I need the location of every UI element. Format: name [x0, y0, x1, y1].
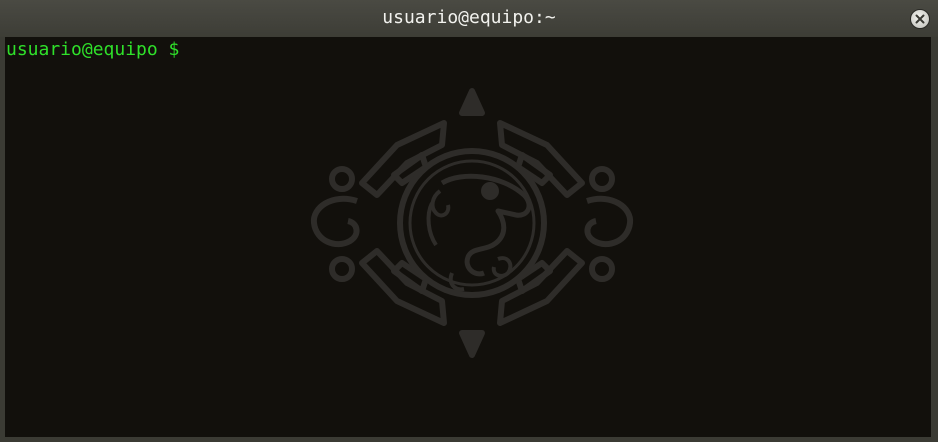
terminal-window: usuario@equipo:~ usuario@equipo $: [0, 0, 938, 442]
window-bottom-border: [0, 437, 938, 442]
close-icon: [915, 14, 925, 24]
aztec-sun-stone-icon: [310, 88, 634, 358]
window-title: usuario@equipo:~: [382, 7, 556, 28]
title-bar[interactable]: usuario@equipo:~: [0, 0, 938, 37]
shell-prompt: usuario@equipo $: [6, 39, 191, 60]
close-button[interactable]: [910, 9, 930, 29]
terminal-area[interactable]: usuario@equipo $: [5, 37, 931, 437]
